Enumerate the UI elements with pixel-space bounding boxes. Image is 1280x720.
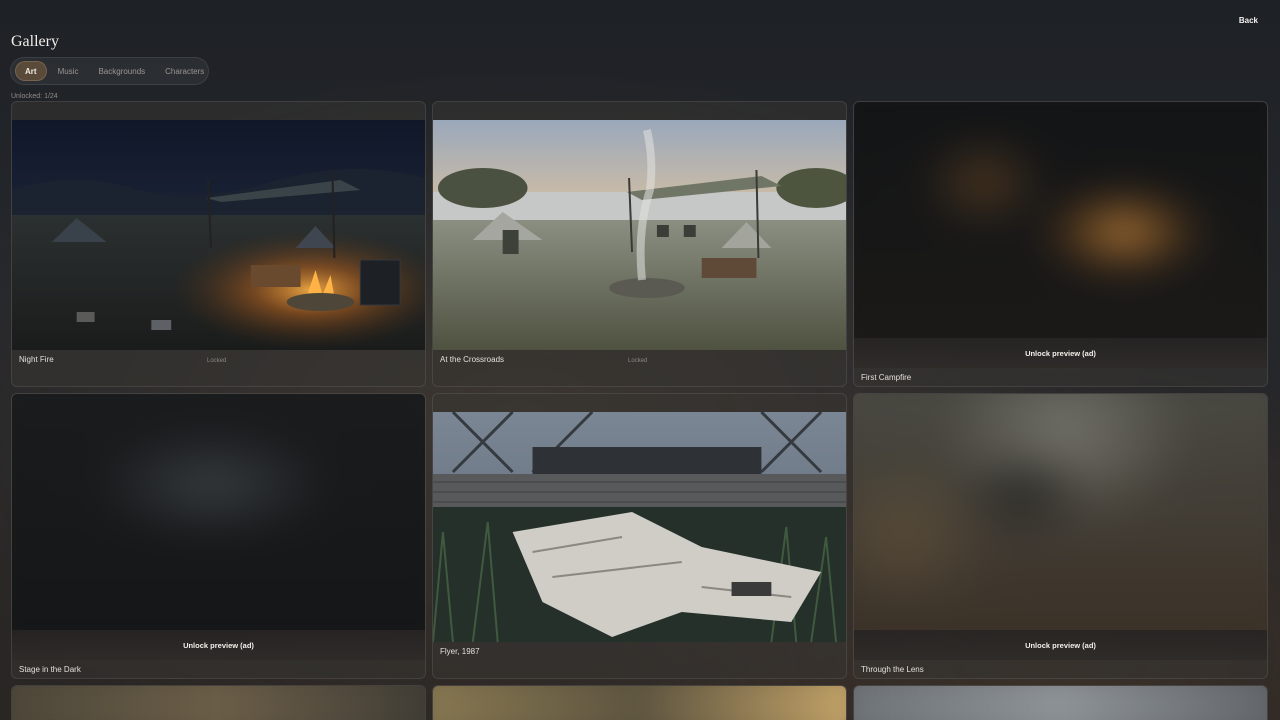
category-tabs: Art Music Backgrounds Characters <box>10 57 209 85</box>
card-title: Stage in the Dark <box>19 665 81 674</box>
gallery-card-partial[interactable] <box>11 685 426 720</box>
artwork-thumbnail[interactable] <box>12 120 425 350</box>
unlock-counter: Unlocked: 1/24 <box>11 93 58 100</box>
gallery-card-through-the-lens[interactable]: Unlock preview (ad) Through the Lens <box>853 393 1268 679</box>
unlock-preview-button[interactable]: Unlock preview (ad) <box>854 630 1267 660</box>
card-title: Flyer, 1987 <box>440 647 480 656</box>
tab-characters[interactable]: Characters <box>156 61 213 81</box>
blurred-preview <box>854 102 1267 338</box>
gallery-card-first-campfire[interactable]: Unlock preview (ad) First Campfire <box>853 101 1268 387</box>
page-title: Gallery <box>11 33 59 50</box>
gallery-card-partial[interactable] <box>853 685 1268 720</box>
tab-art[interactable]: Art <box>15 61 47 81</box>
gallery-card-flyer-1987[interactable]: Flyer, 1987 <box>432 393 847 679</box>
card-title: At the Crossroads <box>440 355 505 364</box>
unlock-preview-button[interactable]: Unlock preview (ad) <box>12 630 425 660</box>
card-status-label: Locked <box>628 358 648 364</box>
card-title: Through the Lens <box>861 665 924 674</box>
card-title: First Campfire <box>861 373 912 382</box>
card-status-label: Locked <box>207 358 227 364</box>
gallery-card-partial[interactable] <box>432 685 847 720</box>
blurred-preview <box>12 394 425 630</box>
tab-music[interactable]: Music <box>49 61 88 81</box>
unlock-preview-button[interactable]: Unlock preview (ad) <box>854 338 1267 368</box>
card-title: Night Fire <box>19 355 54 364</box>
gallery-grid: Night Fire Locked At the Crossroads Lock… <box>11 101 1268 720</box>
tab-backgrounds[interactable]: Backgrounds <box>89 61 154 81</box>
gallery-card-at-the-crossroads[interactable]: At the Crossroads Locked <box>432 101 847 387</box>
gallery-card-stage-in-the-dark[interactable]: Unlock preview (ad) Stage in the Dark <box>11 393 426 679</box>
back-button[interactable]: Back <box>1239 16 1258 25</box>
artwork-thumbnail[interactable] <box>433 412 846 642</box>
gallery-card-night-fire[interactable]: Night Fire Locked <box>11 101 426 387</box>
blurred-preview <box>854 394 1267 630</box>
artwork-thumbnail[interactable] <box>433 120 846 350</box>
